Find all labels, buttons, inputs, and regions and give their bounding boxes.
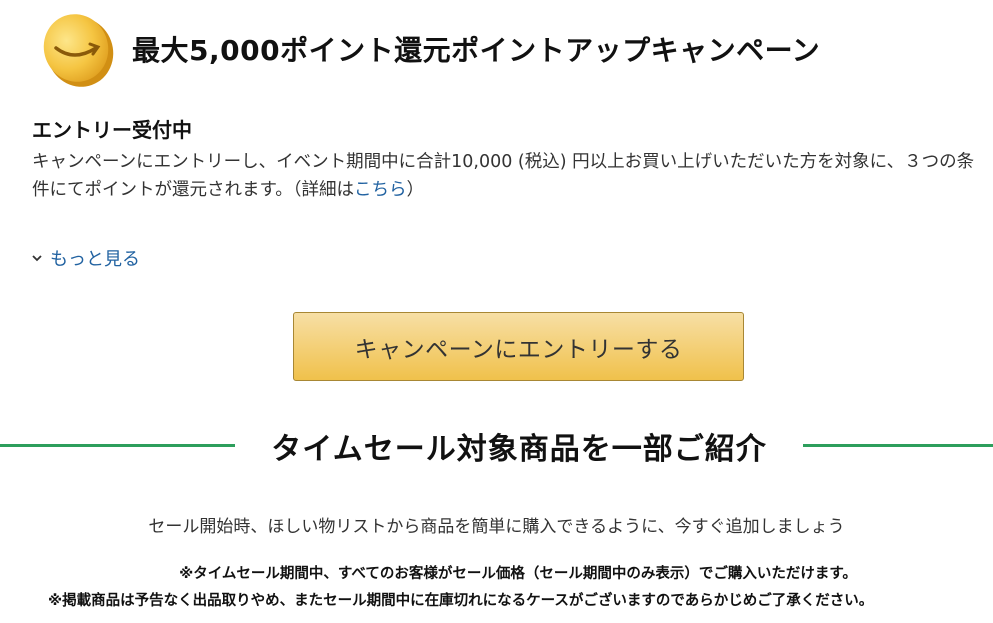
show-more-label: もっと見る	[50, 249, 140, 270]
section-divider-right	[803, 444, 993, 447]
description-text: キャンペーンにエントリーし、イベント期間中に合計10,000 (税込) 円以上お…	[32, 152, 975, 200]
timesale-heading: タイムセール対象商品を一部ご紹介	[271, 432, 767, 467]
description-end: ）	[406, 180, 425, 200]
section-divider-left	[0, 444, 235, 447]
campaign-header: 最大5,000ポイント還元ポイントアップキャンペーン	[38, 8, 820, 90]
campaign-title: 最大5,000ポイント還元ポイントアップキャンペーン	[132, 34, 821, 67]
entry-status-label: エントリー受付中	[32, 118, 192, 142]
timesale-subtext: セール開始時、ほしい物リストから商品を簡単に購入できるように、今すぐ追加しましょ…	[148, 517, 845, 537]
timesale-note-stock: ※掲載商品は予告なく出品取りやめ、またセール期間中に在庫切れになるケースがござい…	[48, 593, 874, 609]
chevron-down-icon	[32, 255, 42, 262]
amazon-coin-icon	[38, 8, 118, 90]
timesale-note-price: ※タイムセール期間中、すべてのお客様がセール価格（セール期間中のみ表示）でご購入…	[179, 566, 857, 582]
campaign-entry-button[interactable]: キャンペーンにエントリーする	[293, 312, 744, 381]
campaign-description: キャンペーンにエントリーし、イベント期間中に合計10,000 (税込) 円以上お…	[32, 148, 982, 204]
details-link[interactable]: こちら	[354, 180, 407, 200]
show-more-toggle[interactable]: もっと見る	[30, 245, 140, 271]
